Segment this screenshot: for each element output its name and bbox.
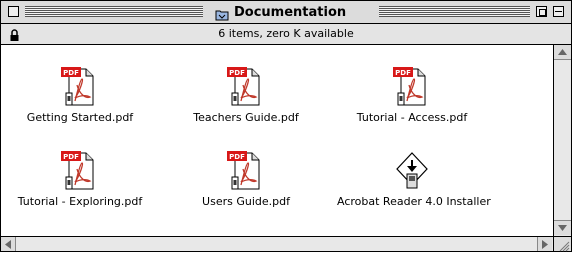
arrow-down-icon bbox=[558, 225, 567, 231]
pdf-document-icon: PDF bbox=[225, 149, 267, 193]
file-label: Users Guide.pdf bbox=[202, 195, 290, 208]
status-text: 6 items, zero K available bbox=[218, 27, 354, 40]
file-tutorial-exploring[interactable]: PDF Tutorial - Exploring.pdf bbox=[5, 149, 155, 208]
installer-icon bbox=[391, 149, 433, 193]
windowshade-box[interactable] bbox=[553, 6, 564, 17]
resize-grip[interactable] bbox=[553, 236, 571, 252]
folder-icon bbox=[215, 6, 229, 21]
file-label: Acrobat Reader 4.0 Installer bbox=[337, 195, 491, 208]
arrow-right-icon bbox=[542, 239, 548, 249]
window-title: Documentation bbox=[211, 3, 351, 21]
file-getting-started[interactable]: PDF Getting Started.pdf bbox=[5, 65, 155, 124]
zoom-box[interactable] bbox=[536, 6, 547, 17]
file-label: Tutorial - Exploring.pdf bbox=[17, 195, 143, 208]
window-header: 6 items, zero K available bbox=[1, 24, 571, 45]
finder-window: Documentation 6 items, zero K available bbox=[0, 0, 572, 252]
horizontal-scrollbar[interactable] bbox=[1, 236, 553, 251]
file-label: Teachers Guide.pdf bbox=[193, 111, 299, 124]
title-stripes-left bbox=[25, 6, 203, 17]
icon-view: PDF Getting Started.pdf PDF Teachers Gui… bbox=[1, 45, 553, 236]
arrow-up-icon bbox=[558, 49, 567, 55]
file-acrobat-installer[interactable]: Acrobat Reader 4.0 Installer bbox=[337, 149, 491, 208]
vertical-scrollbar[interactable] bbox=[553, 45, 571, 236]
window-title-text: Documentation bbox=[234, 4, 347, 20]
scroll-right-button[interactable] bbox=[537, 237, 552, 251]
svg-text:PDF: PDF bbox=[63, 69, 79, 77]
file-label: Tutorial - Access.pdf bbox=[356, 111, 468, 124]
file-tutorial-access[interactable]: PDF Tutorial - Access.pdf bbox=[337, 65, 487, 124]
svg-text:PDF: PDF bbox=[229, 153, 245, 161]
title-bar[interactable]: Documentation bbox=[1, 1, 571, 24]
svg-text:PDF: PDF bbox=[395, 69, 411, 77]
scroll-up-button[interactable] bbox=[554, 45, 571, 60]
file-teachers-guide[interactable]: PDF Teachers Guide.pdf bbox=[171, 65, 321, 124]
arrow-left-icon bbox=[5, 239, 11, 249]
pdf-document-icon: PDF bbox=[59, 149, 101, 193]
title-stripes-right bbox=[379, 6, 530, 17]
scroll-down-button[interactable] bbox=[554, 220, 571, 235]
pdf-document-icon: PDF bbox=[59, 65, 101, 109]
svg-text:PDF: PDF bbox=[229, 69, 245, 77]
pdf-document-icon: PDF bbox=[391, 65, 433, 109]
scroll-left-button[interactable] bbox=[1, 237, 16, 251]
file-users-guide[interactable]: PDF Users Guide.pdf bbox=[171, 149, 321, 208]
svg-text:PDF: PDF bbox=[63, 153, 79, 161]
resize-grip-icon bbox=[559, 241, 570, 252]
close-box[interactable] bbox=[8, 6, 19, 17]
pdf-document-icon: PDF bbox=[225, 65, 267, 109]
file-label: Getting Started.pdf bbox=[26, 111, 134, 124]
